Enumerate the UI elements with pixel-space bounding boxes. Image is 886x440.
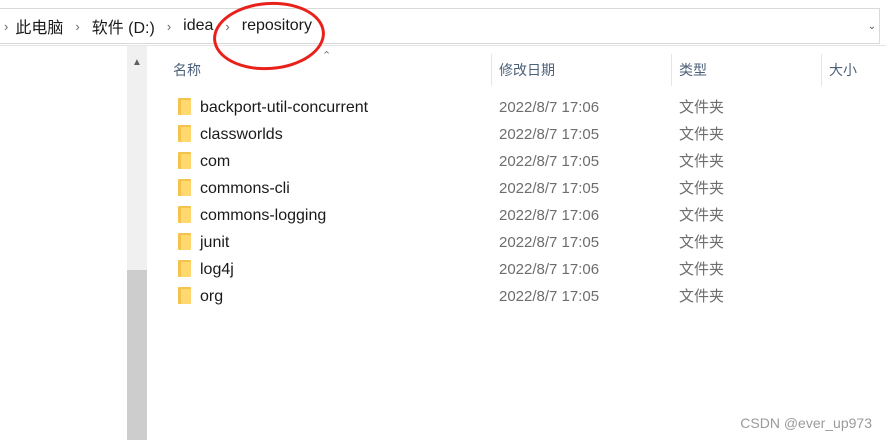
file-date: 2022/8/7 17:05	[499, 288, 600, 305]
file-row[interactable]: org 2022/8/7 17:05 文件夹	[160, 283, 880, 310]
file-row[interactable]: commons-cli 2022/8/7 17:05 文件夹	[160, 175, 880, 202]
chevron-right-icon[interactable]: ›	[0, 19, 12, 34]
file-name: classworlds	[200, 126, 283, 143]
address-bar: › 此电脑 › 软件 (D:) › idea › repository ⌄	[0, 0, 886, 46]
sort-ascending-icon: ⌃	[322, 50, 332, 62]
chevron-down-icon[interactable]: ⌄	[865, 9, 879, 43]
file-type: 文件夹	[679, 126, 725, 143]
file-name: commons-cli	[200, 180, 290, 197]
navigation-pane	[0, 46, 127, 440]
file-row[interactable]: log4j 2022/8/7 17:06 文件夹	[160, 256, 880, 283]
file-type: 文件夹	[679, 153, 725, 170]
file-type: 文件夹	[679, 261, 725, 278]
file-date: 2022/8/7 17:05	[499, 126, 600, 143]
scroll-up-arrow-icon[interactable]: ▲	[127, 54, 147, 70]
column-divider[interactable]	[671, 54, 672, 86]
file-name: com	[200, 153, 231, 170]
file-row[interactable]: commons-logging 2022/8/7 17:06 文件夹	[160, 202, 880, 229]
file-date: 2022/8/7 17:06	[499, 207, 600, 224]
file-type: 文件夹	[679, 288, 725, 305]
column-divider[interactable]	[491, 54, 492, 86]
breadcrumb-repository[interactable]: repository	[239, 17, 315, 35]
scroll-thumb[interactable]	[127, 270, 147, 440]
watermark: CSDN @ever_up973	[740, 415, 872, 431]
file-row[interactable]: classworlds 2022/8/7 17:05 文件夹	[160, 121, 880, 148]
chevron-right-icon[interactable]: ›	[158, 19, 180, 34]
breadcrumb-this-pc[interactable]: 此电脑	[12, 14, 66, 38]
file-name: org	[200, 288, 224, 305]
folder-icon	[178, 179, 191, 196]
file-name: log4j	[200, 261, 234, 278]
file-date: 2022/8/7 17:05	[499, 234, 600, 251]
column-divider[interactable]	[821, 54, 822, 86]
file-date: 2022/8/7 17:05	[499, 180, 600, 197]
file-name: junit	[200, 234, 230, 251]
folder-icon	[178, 206, 191, 223]
file-type: 文件夹	[679, 207, 725, 224]
breadcrumb-idea[interactable]: idea	[180, 17, 216, 35]
file-date: 2022/8/7 17:06	[499, 261, 600, 278]
file-type: 文件夹	[679, 180, 725, 197]
nav-scrollbar[interactable]: ▲	[127, 46, 147, 440]
folder-icon	[178, 152, 191, 169]
chevron-right-icon[interactable]: ›	[66, 19, 88, 34]
file-row[interactable]: com 2022/8/7 17:05 文件夹	[160, 148, 880, 175]
folder-icon	[178, 260, 191, 277]
column-header-date[interactable]: 修改日期	[499, 54, 555, 86]
breadcrumb[interactable]: › 此电脑 › 软件 (D:) › idea › repository ⌄	[0, 8, 880, 44]
file-date: 2022/8/7 17:05	[499, 153, 600, 170]
file-row[interactable]: backport-util-concurrent 2022/8/7 17:06 …	[160, 94, 880, 121]
chevron-right-icon[interactable]: ›	[216, 19, 238, 34]
column-header-type[interactable]: 类型	[679, 54, 707, 86]
file-row[interactable]: junit 2022/8/7 17:05 文件夹	[160, 229, 880, 256]
file-name: backport-util-concurrent	[200, 99, 369, 116]
folder-icon	[178, 125, 191, 142]
file-type: 文件夹	[679, 99, 725, 116]
folder-icon	[178, 287, 191, 304]
file-type: 文件夹	[679, 234, 725, 251]
folder-icon	[178, 233, 191, 250]
folder-icon	[178, 98, 191, 115]
breadcrumb-drive-d[interactable]: 软件 (D:)	[89, 14, 158, 38]
column-header-size[interactable]: 大小	[829, 54, 857, 86]
file-name: commons-logging	[200, 207, 327, 224]
column-header-name[interactable]: 名称	[173, 54, 201, 86]
file-date: 2022/8/7 17:06	[499, 99, 600, 116]
